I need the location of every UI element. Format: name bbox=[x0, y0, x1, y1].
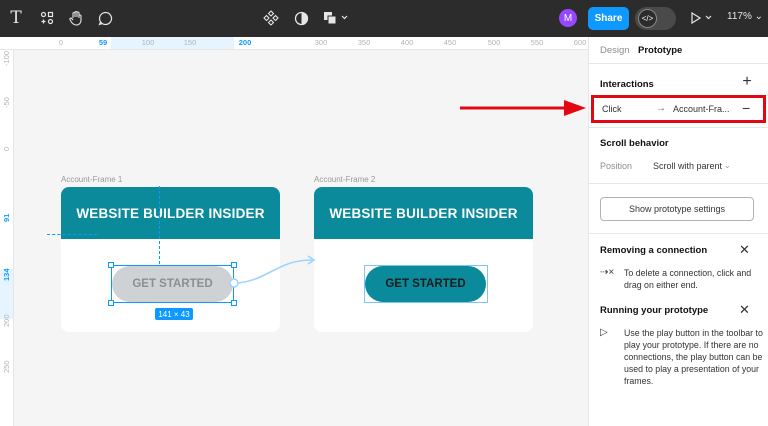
properties-panel: Design Prototype Interactions + Click → … bbox=[588, 37, 768, 426]
frame-heading: WEBSITE BUILDER INSIDER bbox=[314, 187, 533, 239]
running-prototype-text: Use the play button in the toolbar to pl… bbox=[624, 328, 763, 386]
resize-handle[interactable] bbox=[231, 300, 237, 306]
avatar[interactable]: M bbox=[559, 9, 577, 27]
ruler-left: -100 -50 0 91 134 200 250 bbox=[0, 50, 14, 426]
running-prototype-title: Running your prototype bbox=[600, 305, 709, 316]
alignment-guide bbox=[159, 186, 160, 264]
alignment-guide bbox=[47, 234, 97, 235]
add-interaction-button[interactable]: + bbox=[739, 73, 755, 90]
ruler-tick-label: -100 bbox=[2, 50, 11, 66]
hand-icon[interactable] bbox=[66, 8, 86, 28]
play-icon: ▷ bbox=[600, 327, 608, 338]
interaction-trigger[interactable]: Click bbox=[602, 104, 622, 114]
removing-connection-text: To delete a connection, click and drag o… bbox=[624, 268, 752, 290]
ruler-tick-label: -50 bbox=[2, 97, 11, 108]
ruler-tick-label: 450 bbox=[443, 38, 457, 47]
comment-icon[interactable] bbox=[95, 8, 115, 28]
interaction-row[interactable]: Click → Account-Fra... − bbox=[591, 95, 766, 123]
selection-box[interactable] bbox=[111, 265, 234, 303]
scroll-behavior-title: Scroll behavior bbox=[600, 138, 669, 149]
ruler-tick-label: 300 bbox=[314, 38, 328, 47]
arrow-right-icon: → bbox=[656, 103, 666, 114]
zoom-level[interactable]: 117% ⌄ bbox=[727, 11, 763, 22]
share-button[interactable]: Share bbox=[588, 7, 629, 30]
frame-label-2[interactable]: Account-Frame 2 bbox=[314, 175, 375, 184]
interactions-title: Interactions bbox=[600, 79, 654, 90]
frame-heading: WEBSITE BUILDER INSIDER bbox=[61, 187, 280, 239]
ruler-tick-label: 400 bbox=[400, 38, 414, 47]
ruler-tick-label: 150 bbox=[183, 38, 197, 47]
tab-prototype[interactable]: Prototype bbox=[638, 45, 682, 56]
ruler-tick-label: 0 bbox=[58, 38, 64, 47]
components-icon[interactable] bbox=[37, 8, 57, 28]
ruler-tick-label: 91 bbox=[2, 213, 11, 222]
ruler-tick-label: 200 bbox=[238, 38, 252, 47]
ruler-tick-label: 600 bbox=[573, 38, 587, 47]
resize-handle[interactable] bbox=[108, 300, 114, 306]
ruler-tick-label: 200 bbox=[2, 314, 11, 327]
ruler-selection-highlight bbox=[111, 37, 234, 49]
ruler-tick-label: 100 bbox=[141, 38, 155, 47]
removing-connection-title: Removing a connection bbox=[600, 245, 708, 256]
frame-2[interactable]: WEBSITE BUILDER INSIDER GET STARTED bbox=[314, 187, 533, 332]
position-label: Position bbox=[600, 161, 633, 171]
text-icon[interactable]: T bbox=[6, 8, 26, 28]
tab-design[interactable]: Design bbox=[600, 45, 630, 56]
ruler-tick-label: 350 bbox=[357, 38, 371, 47]
code-icon: </> bbox=[638, 9, 657, 28]
resize-handle[interactable] bbox=[108, 262, 114, 268]
divider bbox=[589, 233, 768, 234]
ruler-tick-label: 0 bbox=[2, 146, 11, 151]
ruler-tick-label: 500 bbox=[487, 38, 501, 47]
show-prototype-settings-button[interactable]: Show prototype settings bbox=[600, 197, 754, 221]
toolbar: T M Share </> 117% ⌄ bbox=[0, 0, 768, 37]
component-icon[interactable] bbox=[261, 8, 281, 28]
chevron-down-icon[interactable]: ⌄ bbox=[724, 161, 731, 170]
zoom-value: 117% bbox=[727, 11, 752, 22]
remove-interaction-button[interactable]: − bbox=[742, 100, 750, 116]
play-icon[interactable] bbox=[688, 8, 716, 28]
ruler-top: 0 59 100 150 200 300 350 400 450 500 550 600 bbox=[0, 37, 588, 50]
frame-label-1[interactable]: Account-Frame 1 bbox=[61, 175, 122, 184]
prototype-connection[interactable] bbox=[228, 254, 318, 288]
divider bbox=[589, 63, 768, 64]
contrast-icon[interactable] bbox=[291, 8, 311, 28]
target-highlight-box bbox=[364, 265, 488, 303]
ruler-tick-label: 250 bbox=[2, 360, 11, 373]
ruler-tick-label: 59 bbox=[98, 38, 108, 47]
close-icon[interactable]: ✕ bbox=[739, 302, 750, 318]
ruler-tick-label: 550 bbox=[530, 38, 544, 47]
position-select[interactable]: Scroll with parent bbox=[653, 161, 722, 171]
divider bbox=[589, 127, 768, 128]
ruler-tick-label: 134 bbox=[2, 268, 11, 281]
annotation-arrow bbox=[460, 100, 586, 116]
interaction-target[interactable]: Account-Fra... bbox=[673, 104, 730, 114]
close-icon[interactable]: ✕ bbox=[739, 242, 750, 258]
divider bbox=[589, 183, 768, 184]
disconnect-icon: ⇢× bbox=[600, 267, 615, 278]
dimension-badge: 141 × 43 bbox=[155, 308, 193, 320]
shapes-icon[interactable] bbox=[321, 8, 351, 28]
